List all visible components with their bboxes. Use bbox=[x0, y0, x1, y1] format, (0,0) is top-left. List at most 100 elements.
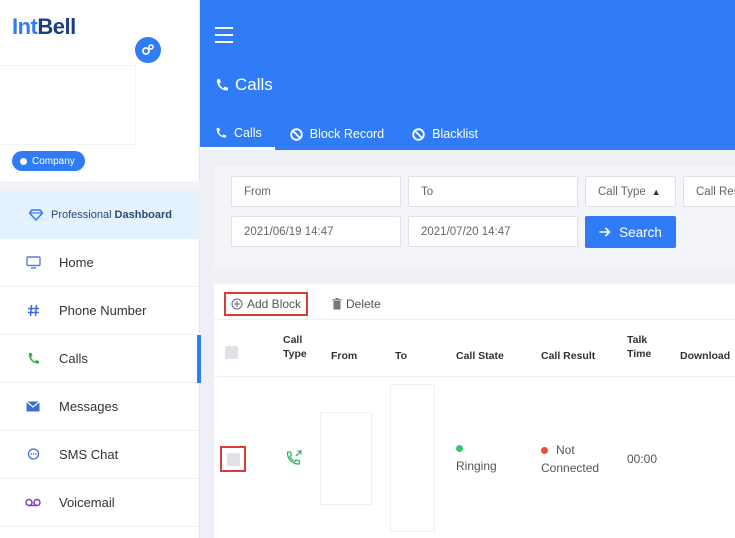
sidebar-nav: Home Phone Number Calls Messages SMS Cha… bbox=[0, 239, 201, 527]
call-result-select-value: Call Res bbox=[696, 185, 735, 198]
sidebar-item-calls[interactable]: Calls bbox=[0, 335, 201, 383]
page-header: Calls Calls Block Record Blacklist bbox=[200, 0, 735, 150]
talk-time-cell: 00:00 bbox=[627, 452, 658, 466]
trash-icon bbox=[332, 298, 342, 310]
phone-icon bbox=[24, 352, 42, 365]
ban-icon bbox=[290, 127, 303, 141]
header-from[interactable]: From bbox=[331, 349, 357, 363]
settings-button[interactable] bbox=[135, 37, 161, 63]
calls-table: Add Block Delete Call Type From To Call … bbox=[214, 284, 735, 538]
sidebar-item-home[interactable]: Home bbox=[0, 239, 200, 287]
delete-label: Delete bbox=[346, 297, 381, 311]
diamond-icon bbox=[29, 209, 43, 221]
outgoing-call-icon bbox=[285, 449, 303, 472]
sidebar-item-label: Messages bbox=[59, 399, 119, 414]
sidebar-item-messages[interactable]: Messages bbox=[0, 383, 200, 431]
header-call-result[interactable]: Call Result bbox=[541, 349, 595, 363]
company-badge[interactable]: Company bbox=[12, 151, 85, 171]
add-block-label: Add Block bbox=[247, 297, 302, 311]
call-result-select[interactable]: Call Res bbox=[683, 176, 735, 207]
sidebar-item-professional-dashboard[interactable]: Professional Dashboard bbox=[0, 191, 200, 239]
status-dot-icon bbox=[20, 157, 27, 165]
tab-calls[interactable]: Calls bbox=[200, 118, 275, 150]
search-button-label: Search bbox=[619, 224, 662, 240]
envelope-icon bbox=[24, 401, 42, 412]
call-state-value: Ringing bbox=[456, 459, 497, 473]
brand-logo-int: Int bbox=[12, 14, 38, 39]
tab-bar: Calls Block Record Blacklist bbox=[200, 118, 491, 150]
sort-arrows-icon: ▲︎ bbox=[651, 186, 661, 197]
sidebar-item-label: Voicemail bbox=[59, 495, 115, 510]
call-result-line2: Connected bbox=[541, 461, 600, 475]
page-title: Calls bbox=[215, 75, 273, 95]
from-input-placeholder: From bbox=[244, 185, 271, 198]
from-cell bbox=[320, 412, 372, 505]
header-talk-time[interactable]: Talk Time bbox=[627, 333, 651, 361]
call-type-select-value: Call Type bbox=[598, 185, 646, 198]
header-divider bbox=[214, 376, 735, 377]
dashboard-label-bold: Dashboard bbox=[114, 209, 173, 221]
add-block-button[interactable]: Add Block bbox=[224, 292, 309, 316]
header-download[interactable]: Download bbox=[680, 349, 730, 363]
header-call-type-line2: Type bbox=[283, 348, 307, 360]
select-all-checkbox[interactable] bbox=[225, 346, 238, 359]
menu-toggle-button[interactable] bbox=[215, 27, 233, 48]
gears-icon bbox=[142, 44, 154, 55]
header-call-type-line1: Call bbox=[283, 334, 303, 346]
sidebar-item-label: Home bbox=[59, 255, 94, 270]
table-row-checkbox-wrapper bbox=[220, 446, 246, 472]
header-talk-time-line2: Time bbox=[627, 348, 652, 360]
sidebar-item-label: SMS Chat bbox=[59, 447, 119, 462]
call-result-line1: Not bbox=[556, 443, 575, 457]
date-from-value: 2021/06/19 14:47 bbox=[244, 225, 334, 238]
brand-logo[interactable]: IntBell bbox=[12, 14, 76, 40]
tab-block-record[interactable]: Block Record bbox=[275, 118, 397, 150]
tab-label: Calls bbox=[234, 125, 262, 140]
arrow-right-icon bbox=[599, 227, 611, 237]
voicemail-icon bbox=[24, 498, 42, 507]
call-type-select[interactable]: Call Type ▲︎ bbox=[585, 176, 676, 207]
sidebar: IntBell Company Professional Dashboard H… bbox=[0, 0, 201, 538]
ringing-dot-icon bbox=[456, 445, 463, 452]
header-call-state[interactable]: Call State bbox=[456, 349, 504, 363]
tab-label: Block Record bbox=[309, 127, 385, 141]
header-to[interactable]: To bbox=[395, 349, 407, 363]
phone-icon bbox=[217, 79, 228, 91]
ban-icon bbox=[412, 127, 425, 141]
brand-logo-bell: Bell bbox=[37, 14, 76, 39]
search-button[interactable]: Search bbox=[585, 216, 676, 248]
to-input[interactable]: To bbox=[408, 176, 578, 207]
from-input[interactable]: From bbox=[231, 176, 401, 207]
avatar bbox=[0, 66, 135, 144]
date-from-input[interactable]: 2021/06/19 14:47 bbox=[231, 216, 401, 247]
delete-button[interactable]: Delete bbox=[332, 292, 381, 316]
monitor-icon bbox=[24, 256, 42, 269]
header-call-type[interactable]: Call Type bbox=[283, 333, 307, 361]
sidebar-item-phone-number[interactable]: Phone Number bbox=[0, 287, 200, 335]
date-to-input[interactable]: 2021/07/20 14:47 bbox=[408, 216, 578, 247]
to-input-placeholder: To bbox=[421, 185, 434, 198]
to-cell bbox=[390, 384, 435, 532]
tab-label: Blacklist bbox=[432, 127, 478, 141]
phone-icon bbox=[216, 127, 227, 138]
not-connected-dot-icon bbox=[541, 447, 548, 454]
sidebar-item-voicemail[interactable]: Voicemail bbox=[0, 479, 200, 527]
hash-icon bbox=[24, 304, 42, 317]
date-to-value: 2021/07/20 14:47 bbox=[421, 225, 511, 238]
row-checkbox[interactable] bbox=[226, 452, 240, 466]
call-state-cell: Ringing bbox=[456, 439, 497, 475]
dashboard-label-prefix: Professional bbox=[51, 209, 112, 221]
sidebar-item-label: Phone Number bbox=[59, 303, 147, 318]
chat-bubble-icon bbox=[24, 448, 42, 461]
header-talk-time-line1: Talk bbox=[627, 334, 648, 346]
plus-circle-icon bbox=[231, 298, 243, 310]
app-root: IntBell Company Professional Dashboard H… bbox=[0, 0, 735, 538]
sidebar-item-sms-chat[interactable]: SMS Chat bbox=[0, 431, 200, 479]
sidebar-divider bbox=[0, 181, 200, 191]
sidebar-item-label: Calls bbox=[59, 351, 88, 366]
page-title-text: Calls bbox=[235, 75, 273, 94]
company-badge-label: Company bbox=[32, 155, 75, 167]
call-result-cell: Not Connected bbox=[541, 441, 599, 477]
tab-blacklist[interactable]: Blacklist bbox=[397, 118, 491, 150]
table-toolbar: Add Block Delete bbox=[214, 284, 735, 320]
